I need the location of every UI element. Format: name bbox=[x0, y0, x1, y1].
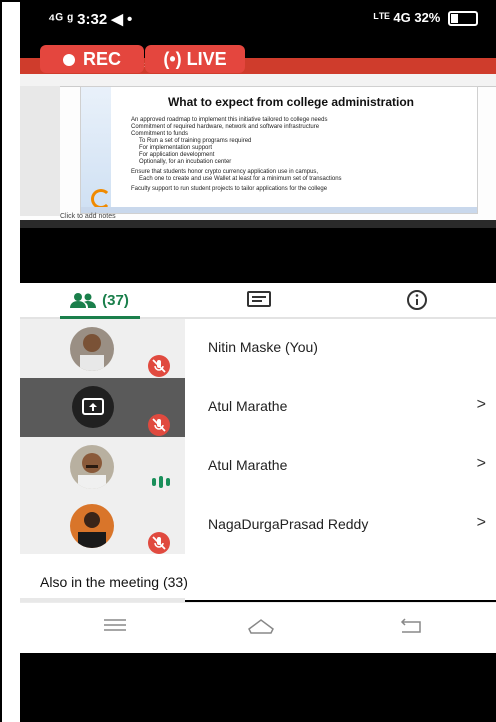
participant-name: NagaDurgaPrasad Reddy bbox=[208, 516, 369, 532]
slide-footer bbox=[81, 207, 477, 213]
participant-list: Nitin Maske (You) Atul Marathe > Atul Ma… bbox=[20, 319, 496, 555]
participant-row[interactable]: NagaDurgaPrasad Reddy > bbox=[20, 496, 496, 555]
info-icon bbox=[407, 290, 427, 310]
speaking-indicator-icon bbox=[152, 476, 170, 488]
bullet: Ensure that students honor crypto curren… bbox=[131, 169, 319, 175]
slide-canvas: What to expect from college administrati… bbox=[80, 86, 478, 214]
participant-row[interactable]: Atul Marathe > bbox=[20, 437, 496, 496]
notes-placeholder: Click to add notes bbox=[60, 213, 116, 220]
avatar bbox=[70, 445, 114, 489]
live-badge: (•) LIVE bbox=[145, 45, 245, 73]
participant-thumb bbox=[20, 437, 185, 496]
participant-name: Atul Marathe bbox=[208, 457, 288, 473]
battery-icon bbox=[448, 11, 478, 27]
phone-screen: ⁴ᴳ ᵍ 3:32 ◀ • ᴸᵀᴱ 4G 32% ... - PowerPoin… bbox=[20, 0, 496, 722]
mic-off-icon bbox=[148, 355, 170, 377]
present-screen-icon bbox=[72, 386, 114, 428]
meeting-tabs: (37) bbox=[20, 283, 496, 319]
tab-chat[interactable] bbox=[179, 283, 338, 317]
rec-label: REC bbox=[82, 49, 121, 69]
participant-thumb bbox=[20, 319, 185, 378]
tab-people[interactable]: (37) bbox=[20, 283, 179, 319]
back-icon[interactable] bbox=[398, 617, 424, 635]
status-left: ⁴ᴳ ᵍ 3:32 ◀ • bbox=[48, 11, 133, 28]
participant-row[interactable]: Atul Marathe > bbox=[20, 378, 496, 437]
rec-badge: REC bbox=[40, 45, 144, 73]
also-in-meeting-section: Also in the meeting (33) bbox=[20, 554, 496, 602]
mic-off-icon bbox=[148, 532, 170, 554]
slide-thumbnails bbox=[20, 86, 60, 216]
avatar bbox=[70, 504, 114, 548]
chevron-right-icon[interactable]: > bbox=[477, 514, 486, 532]
slide-bullets: An approved roadmap to implement this in… bbox=[131, 117, 342, 193]
participant-name: Atul Marathe bbox=[208, 398, 288, 414]
avatar bbox=[70, 327, 114, 371]
bullet: Optionally, for an incubation center bbox=[139, 159, 232, 165]
home-icon[interactable] bbox=[246, 617, 276, 635]
chat-icon bbox=[246, 291, 271, 307]
status-right: ᴸᵀᴱ 4G 32% bbox=[373, 10, 478, 27]
bullet: An approved roadmap to implement this in… bbox=[131, 117, 328, 123]
mic-off-icon bbox=[148, 414, 170, 436]
chevron-right-icon[interactable]: > bbox=[477, 455, 486, 473]
android-nav-bar bbox=[20, 602, 496, 653]
status-bar: ⁴ᴳ ᵍ 3:32 ◀ • ᴸᵀᴱ 4G 32% bbox=[20, 0, 496, 40]
menu-icon[interactable] bbox=[102, 617, 128, 633]
people-icon bbox=[70, 293, 97, 308]
company-logo bbox=[91, 189, 111, 209]
participant-thumb bbox=[20, 378, 185, 437]
also-in-meeting-title: Also in the meeting (33) bbox=[40, 574, 188, 590]
tab-info[interactable] bbox=[338, 283, 496, 317]
presentation-stream[interactable]: ... - PowerPoint (Product Activation Fai… bbox=[20, 58, 496, 228]
bullet: Each one to create and use Wallet at lea… bbox=[139, 176, 342, 182]
bullet: For application development bbox=[139, 152, 215, 158]
taskbar bbox=[20, 220, 496, 228]
bullet: Commitment of required hardware, network… bbox=[131, 124, 320, 130]
people-count: (37) bbox=[102, 291, 129, 309]
slide-title: What to expect from college administrati… bbox=[167, 95, 415, 109]
live-label: (•) LIVE bbox=[163, 49, 227, 69]
chevron-right-icon[interactable]: > bbox=[477, 396, 486, 414]
participant-thumb bbox=[20, 496, 185, 555]
bullet: Faculty support to run student projects … bbox=[131, 186, 328, 192]
rec-dot-icon bbox=[62, 54, 75, 67]
bullet: To Run a set of training programs requir… bbox=[139, 138, 252, 144]
bullet: For implementation support bbox=[139, 145, 213, 151]
bullet: Commitment to funds bbox=[131, 131, 189, 137]
participant-row[interactable]: Nitin Maske (You) bbox=[20, 319, 496, 378]
participant-name: Nitin Maske (You) bbox=[208, 339, 318, 355]
status-right-text: ᴸᵀᴱ 4G 32% bbox=[373, 10, 441, 25]
frame-left bbox=[0, 0, 2, 722]
